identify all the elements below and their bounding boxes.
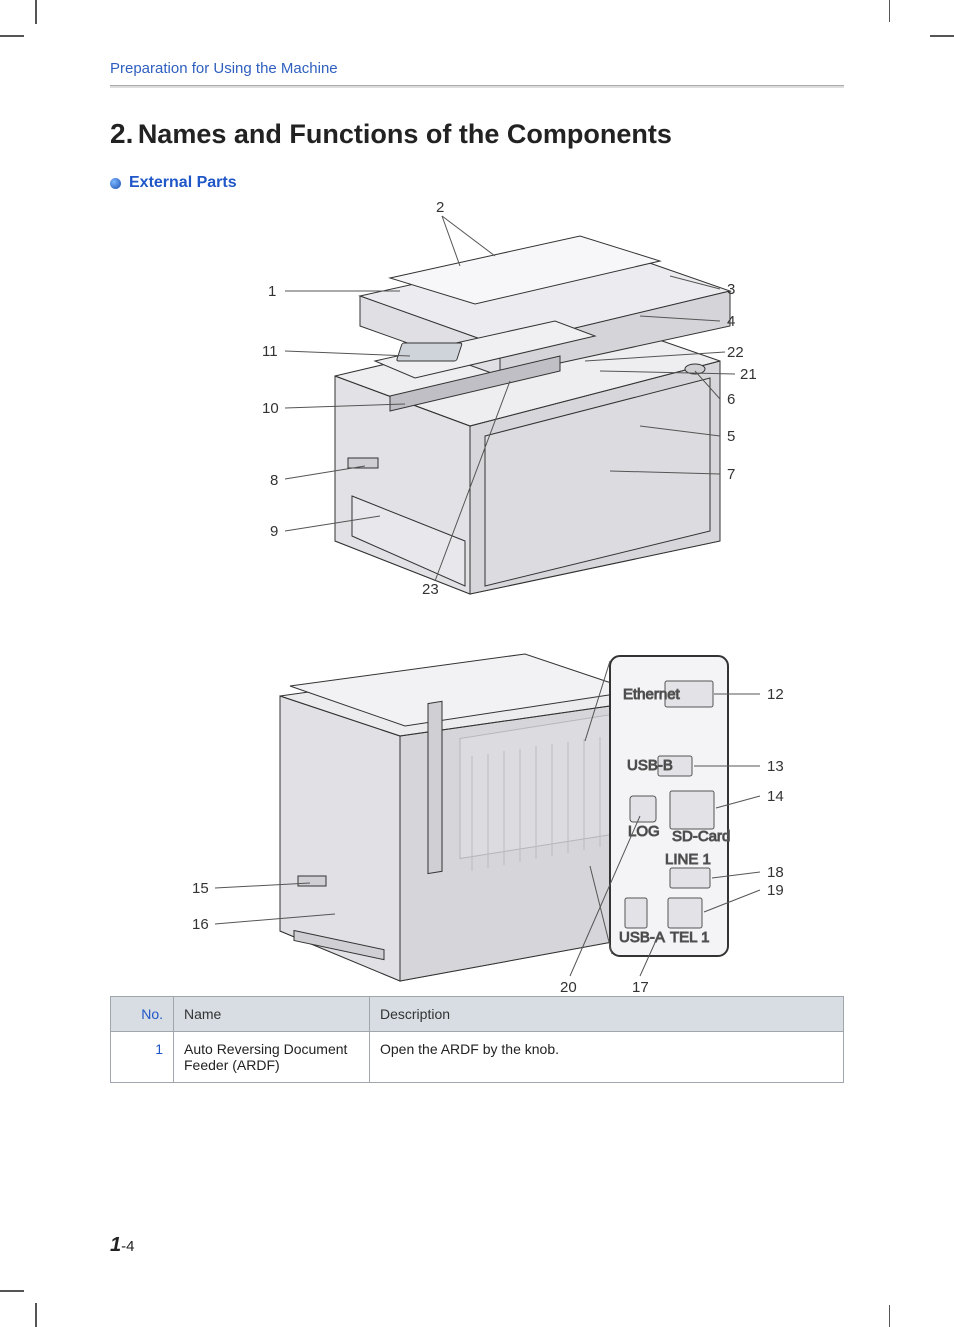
section-heading: 2. Names and Functions of the Components xyxy=(110,118,844,150)
callout-num: 12 xyxy=(767,686,784,703)
figure-area: 1 11 10 8 9 2 3 4 22 21 6 xyxy=(110,196,844,986)
section-title: Names and Functions of the Components xyxy=(138,119,672,149)
callout-num: 16 xyxy=(192,916,209,933)
page-number-chapter: 1 xyxy=(110,1234,121,1256)
callout-num: 4 xyxy=(727,313,735,330)
components-table: No. Name Description 1 Auto Reversing Do… xyxy=(110,996,844,1083)
callout-num: 13 xyxy=(767,758,784,775)
page-number: 1-4 xyxy=(110,1234,134,1257)
subsection-title: External Parts xyxy=(129,174,237,192)
callout-num: 7 xyxy=(727,466,735,483)
running-head: Preparation for Using the Machine xyxy=(110,60,844,85)
port-label-line1: LINE 1 xyxy=(665,851,711,868)
bullet-icon xyxy=(110,178,121,189)
cell-desc: Open the ARDF by the knob. xyxy=(370,1032,844,1083)
th-no: No. xyxy=(111,997,174,1032)
th-desc: Description xyxy=(370,997,844,1032)
callout-num: 20 xyxy=(560,979,577,996)
cell-name: Auto Reversing Document Feeder (ARDF) xyxy=(174,1032,370,1083)
page-number-page: -4 xyxy=(121,1238,134,1255)
callout-num: 11 xyxy=(262,343,278,360)
table-header-row: No. Name Description xyxy=(111,997,844,1032)
callout-num: 6 xyxy=(727,391,735,408)
callout-num: 9 xyxy=(270,523,278,540)
callout-num: 19 xyxy=(767,882,784,899)
printer-rear-illustration: Ethernet USB-B LOG SD-Card LINE 1 USB-A … xyxy=(160,636,800,996)
callout-num: 17 xyxy=(632,979,649,996)
callout-num: 14 xyxy=(767,788,784,805)
callout-num: 1 xyxy=(268,283,276,300)
cell-no: 1 xyxy=(111,1032,174,1083)
callout-num: 8 xyxy=(270,472,278,489)
callout-num: 5 xyxy=(727,428,735,445)
callout-num: 15 xyxy=(192,880,209,897)
callout-num: 18 xyxy=(767,864,784,881)
callout-num: 23 xyxy=(422,581,439,596)
callout-num: 21 xyxy=(740,366,757,383)
callout-num: 2 xyxy=(436,199,444,216)
callout-num: 22 xyxy=(727,344,744,361)
callout-num: 10 xyxy=(262,400,279,417)
callout-num: 3 xyxy=(727,281,735,298)
port-label-usb-a: USB-A xyxy=(619,929,665,946)
table-row: 1 Auto Reversing Document Feeder (ARDF) … xyxy=(111,1032,844,1083)
port-label-ethernet: Ethernet xyxy=(623,686,681,703)
th-name: Name xyxy=(174,997,370,1032)
subsection-heading: External Parts xyxy=(110,174,844,192)
printer-front-illustration: 1 11 10 8 9 2 3 4 22 21 6 xyxy=(240,196,760,596)
header-rule xyxy=(110,85,844,88)
port-label-sd: SD-Card xyxy=(672,828,730,845)
port-label-usb-b: USB-B xyxy=(627,757,673,774)
port-label-tel1: TEL 1 xyxy=(670,929,709,946)
section-number: 2. xyxy=(110,118,133,149)
